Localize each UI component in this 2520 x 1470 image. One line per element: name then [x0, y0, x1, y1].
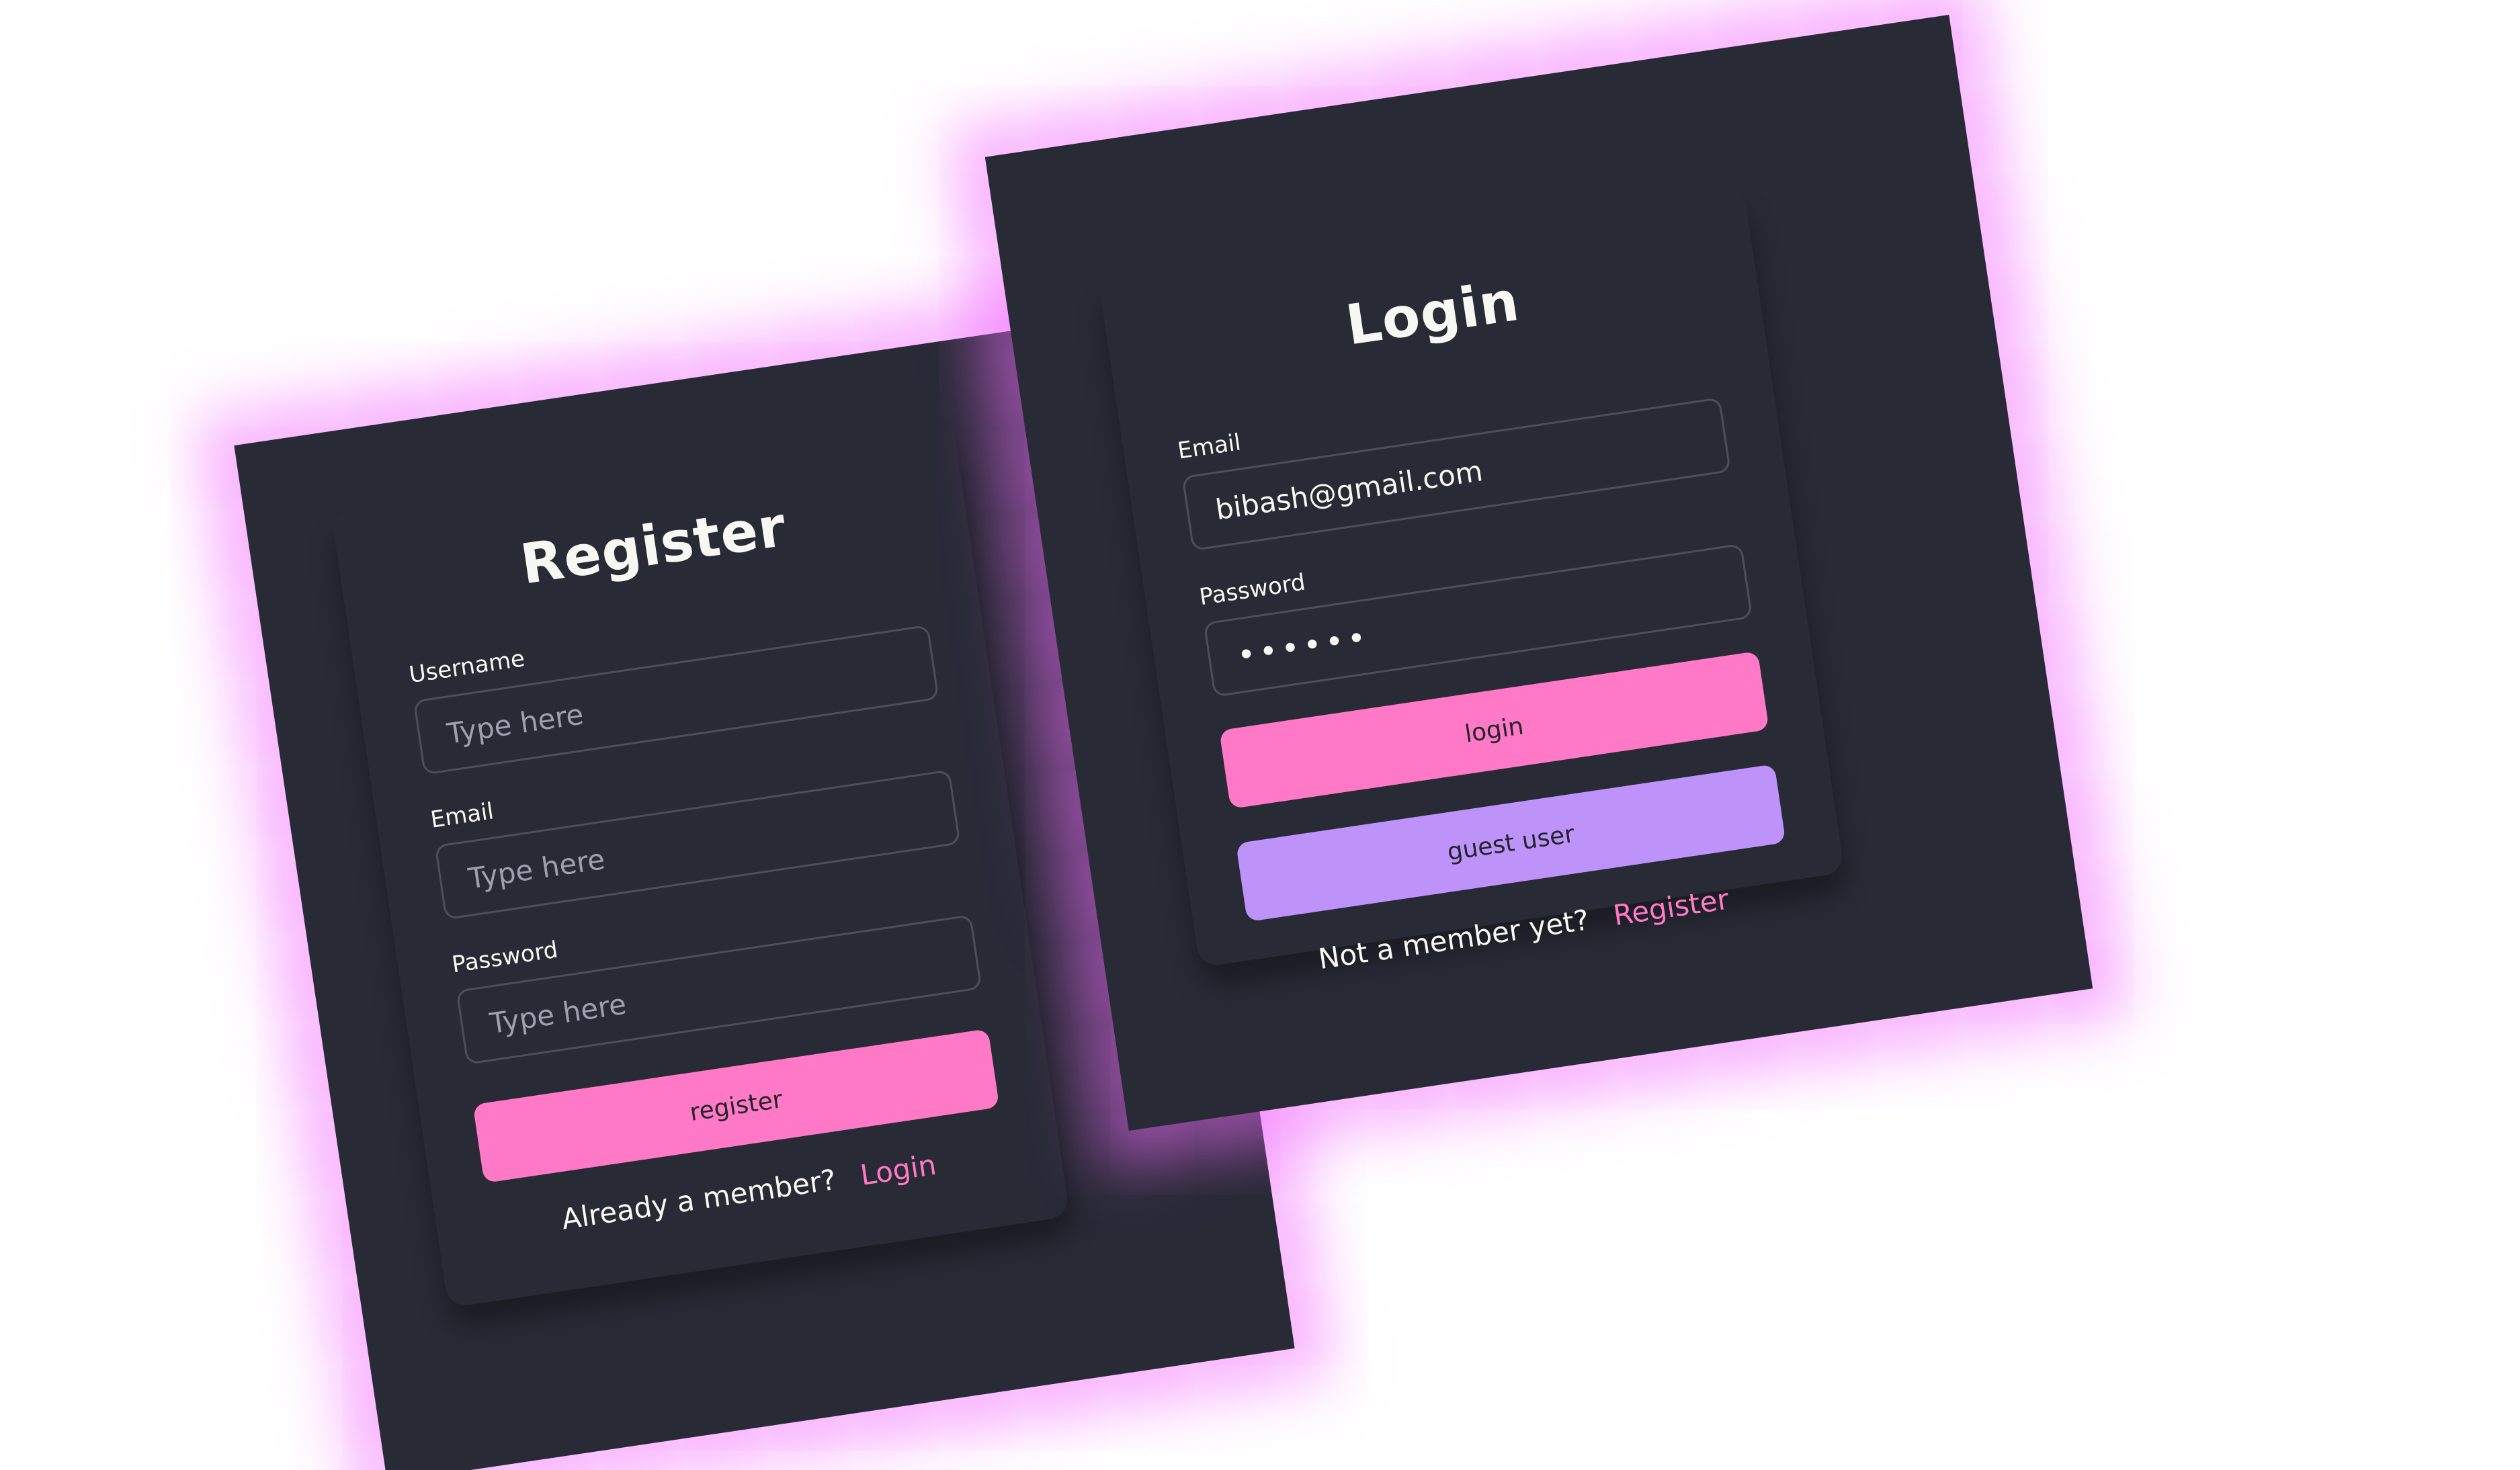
login-card: Login Email Password login guest user No… — [1098, 187, 1845, 976]
auth-pages-screenshot: Register Username Email Password registe… — [0, 0, 2520, 1470]
register-footer-text: Already a member? — [559, 1162, 839, 1236]
login-title: Login — [1341, 269, 1523, 358]
register-title: Register — [516, 494, 790, 597]
login-link[interactable]: Login — [858, 1148, 938, 1192]
register-card: Register Username Email Password registe… — [331, 422, 1070, 1308]
